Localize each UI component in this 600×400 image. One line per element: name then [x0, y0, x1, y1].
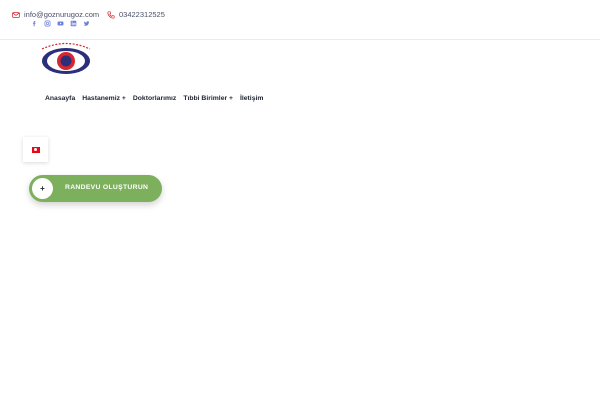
nav-item-iletisim[interactable]: İletişim	[240, 95, 263, 102]
appointment-button-label: RANDEVU OLUŞTURUN	[65, 184, 149, 191]
email-link[interactable]: info@goznurugoz.com	[12, 10, 99, 19]
nav-item-anasayfa[interactable]: Anasayfa	[45, 95, 75, 102]
phone-link[interactable]: 03422312525	[107, 10, 165, 19]
twitter-icon[interactable]	[82, 19, 90, 27]
site-logo[interactable]	[38, 40, 94, 76]
email-text: info@goznurugoz.com	[24, 10, 100, 19]
plus-icon: +	[32, 178, 53, 199]
facebook-icon[interactable]	[30, 19, 38, 27]
instagram-icon[interactable]	[43, 19, 51, 27]
top-bar: info@goznurugoz.com 03422312525	[0, 0, 600, 40]
language-switcher[interactable]	[23, 137, 48, 162]
envelope-icon	[12, 11, 20, 18]
youtube-icon[interactable]	[56, 19, 64, 27]
appointment-button[interactable]: + RANDEVU OLUŞTURUN	[29, 175, 162, 202]
nav-item-tibbi-birimler[interactable]: Tıbbi Birimler +	[183, 95, 233, 102]
social-links	[30, 19, 90, 27]
nav-item-doktorlarimiz[interactable]: Doktorlarımız	[133, 95, 176, 102]
turkey-flag-icon	[31, 146, 40, 153]
main-nav: Anasayfa Hastanemiz + Doktorlarımız Tıbb…	[45, 95, 263, 102]
phone-text: 03422312525	[119, 10, 165, 19]
linkedin-icon[interactable]	[69, 19, 77, 27]
nav-item-hastanemiz[interactable]: Hastanemiz +	[82, 95, 126, 102]
phone-icon	[107, 10, 115, 19]
